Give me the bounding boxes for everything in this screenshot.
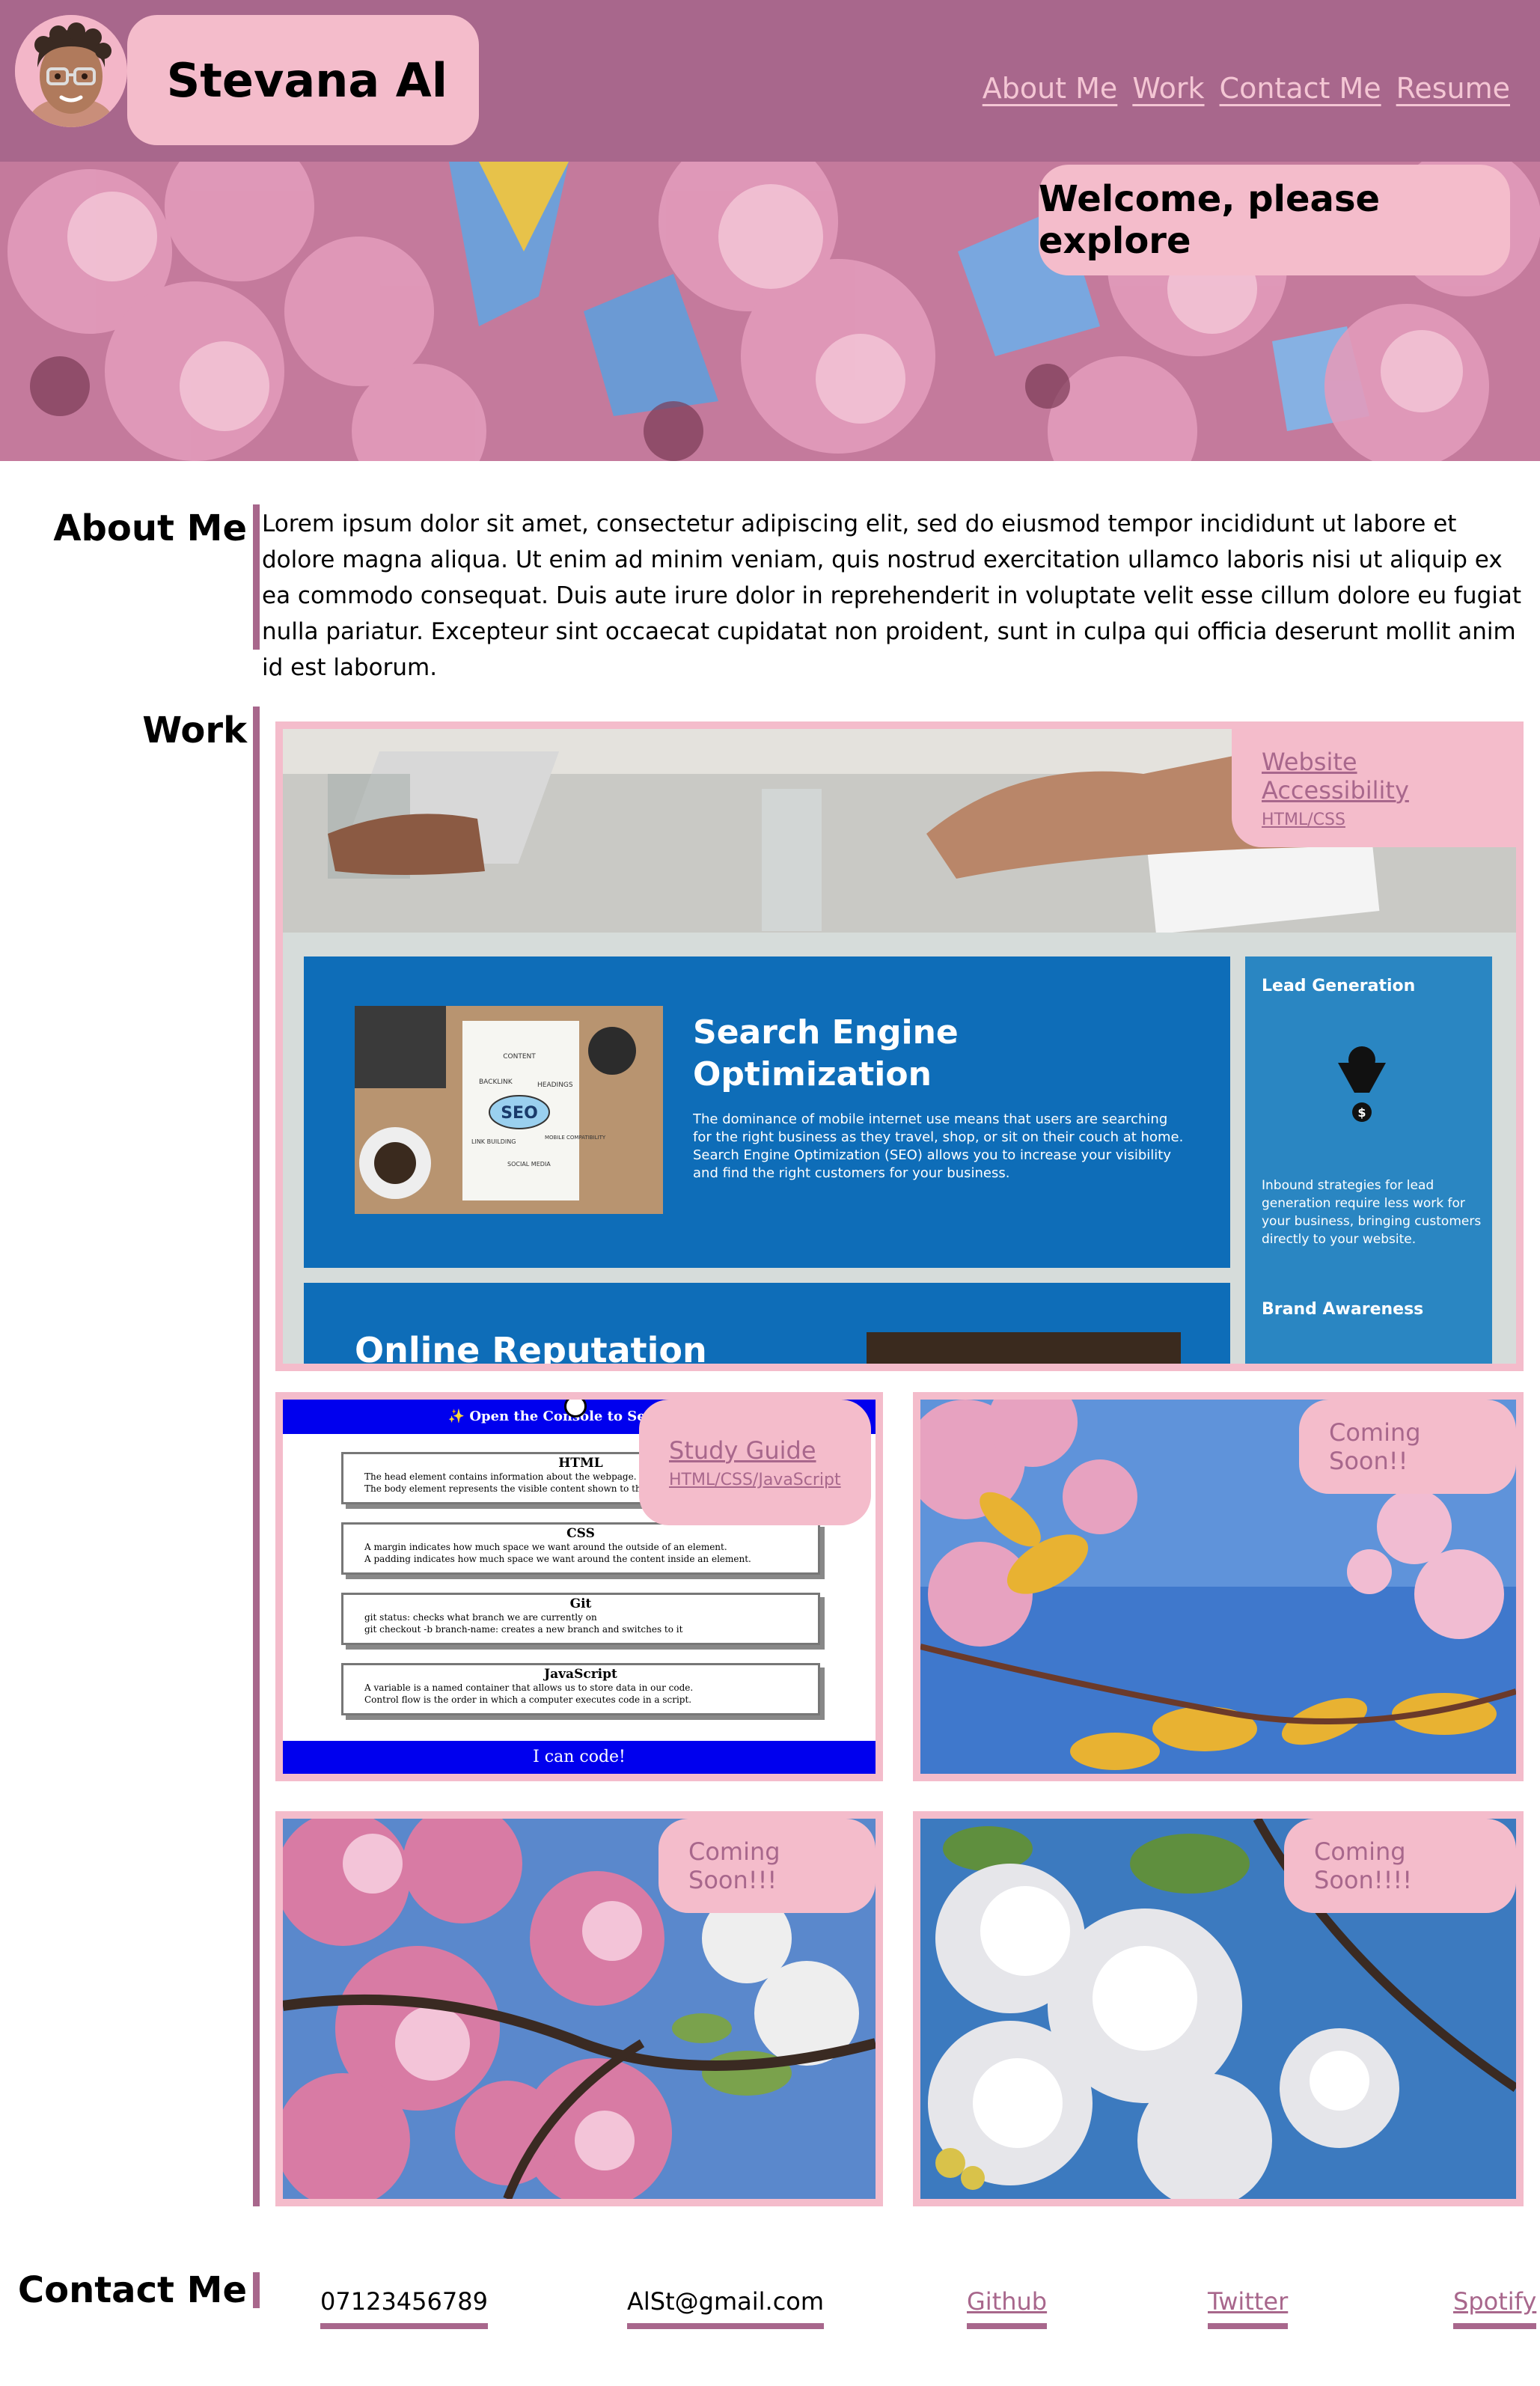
project-link-website-accessibility[interactable]: Website Accessibility — [1262, 748, 1486, 805]
study-guide-icon — [564, 1400, 587, 1418]
welcome-badge: Welcome, please explore — [1039, 165, 1510, 275]
nav-contact-me[interactable]: Contact Me — [1220, 72, 1381, 105]
project-label: Website Accessibility HTML/CSS — [1232, 729, 1516, 847]
reputation-title: Online Reputation — [355, 1330, 707, 1364]
site-header: Stevana Al About Me Work Contact Me Resu… — [0, 0, 1540, 162]
nav-resume[interactable]: Resume — [1396, 72, 1510, 105]
study-guide-note: git status: checks what branch we are cu… — [364, 1611, 810, 1623]
welcome-text: Welcome, please explore — [1039, 178, 1381, 262]
study-guide-note: A variable is a named container that all… — [364, 1682, 810, 1694]
seo-image-word: LINK BUILDING — [471, 1138, 516, 1145]
project-tech-tag[interactable]: HTML/CSS/JavaScript — [669, 1471, 841, 1489]
project-tech-tag[interactable]: HTML/CSS — [1262, 811, 1486, 829]
work-card-coming-soon-3[interactable]: Coming Soon!!!! — [913, 1811, 1524, 2206]
study-guide-footer: I can code! — [283, 1741, 876, 1774]
work-card-study-guide[interactable]: ✨ Open the Console to See What's HTMLThe… — [275, 1392, 883, 1781]
nav-work[interactable]: Work — [1132, 72, 1204, 105]
memoji-avatar-icon — [15, 15, 127, 127]
work-card-coming-soon-1[interactable]: Coming Soon!! — [913, 1392, 1524, 1781]
phone-link[interactable]: 07123456789 — [320, 2287, 488, 2329]
seo-text: The dominance of mobile internet use mea… — [693, 1111, 1184, 1181]
about-text: Lorem ipsum dolor sit amet, consectetur … — [262, 510, 1522, 681]
study-guide-section-title: CSS — [566, 1526, 595, 1541]
email-link[interactable]: AlSt@gmail.com — [627, 2287, 825, 2329]
site-name: Stevana Al — [166, 52, 447, 108]
work-heading: Work — [142, 710, 247, 751]
study-guide-section-title: JavaScript — [544, 1667, 617, 1682]
seo-image-word: HEADINGS — [537, 1081, 573, 1089]
seo-image-word: CONTENT — [503, 1053, 536, 1061]
seo-image-word: MOBILE COMPATIBILITY — [545, 1135, 606, 1141]
project-label: Study Guide HTML/CSS/JavaScript — [639, 1400, 871, 1525]
seo-title-line1: Search Engine — [693, 1013, 959, 1052]
nav-about-me[interactable]: About Me — [983, 72, 1118, 105]
seo-image-word: SOCIAL MEDIA — [507, 1161, 551, 1168]
svg-text:$: $ — [1357, 1105, 1366, 1120]
coming-soon-text: Coming Soon!!!! — [1314, 1837, 1413, 1894]
site-name-badge: Stevana Al — [127, 15, 479, 145]
study-guide-section: Gitgit status: checks what branch we are… — [341, 1593, 820, 1645]
study-guide-section: JavaScriptA variable is a named containe… — [341, 1663, 820, 1715]
contact-divider — [253, 2272, 260, 2308]
lead-text: Inbound strategies for lead generation r… — [1262, 1178, 1482, 1247]
main-nav: About Me Work Contact Me Resume — [983, 72, 1510, 105]
work-divider — [253, 707, 260, 2206]
study-guide-section: CSSA margin indicates how much space we … — [341, 1522, 820, 1575]
work-card-website-accessibility[interactable]: SEO CONTENT BACKLINK HEADINGS MOBILE COM… — [275, 721, 1524, 1371]
study-guide-note: A padding indicates how much space we wa… — [364, 1553, 810, 1565]
about-heading: About Me — [53, 507, 247, 549]
github-link[interactable]: Github — [967, 2287, 1048, 2329]
seo-image-word: BACKLINK — [479, 1078, 513, 1086]
project-label: Coming Soon!!!! — [1284, 1819, 1516, 1913]
twitter-link[interactable]: Twitter — [1208, 2287, 1289, 2329]
study-guide-section-title: Git — [569, 1596, 592, 1611]
contact-heading: Contact Me — [17, 2269, 247, 2311]
coming-soon-text: Coming Soon!!! — [688, 1837, 780, 1894]
avatar — [15, 15, 127, 127]
project-label: Coming Soon!! — [1299, 1400, 1516, 1494]
lead-title: Lead Generation — [1262, 977, 1415, 995]
about-divider — [253, 504, 260, 650]
spotify-link[interactable]: Spotify — [1453, 2287, 1537, 2329]
coming-soon-text: Coming Soon!! — [1329, 1418, 1421, 1475]
seo-image-word: SEO — [501, 1104, 538, 1123]
seo-title-line2: Optimization — [693, 1055, 932, 1093]
study-guide-note: A margin indicates how much space we wan… — [364, 1541, 810, 1553]
work-card-coming-soon-2[interactable]: Coming Soon!!! — [275, 1811, 883, 2206]
study-guide-note: git checkout -b branch-name: creates a n… — [364, 1623, 810, 1635]
brand-title: Brand Awareness — [1262, 1300, 1423, 1319]
study-guide-note: Control flow is the order in which a com… — [364, 1694, 810, 1706]
project-link-study-guide[interactable]: Study Guide — [669, 1436, 841, 1465]
project-label: Coming Soon!!! — [659, 1819, 876, 1913]
